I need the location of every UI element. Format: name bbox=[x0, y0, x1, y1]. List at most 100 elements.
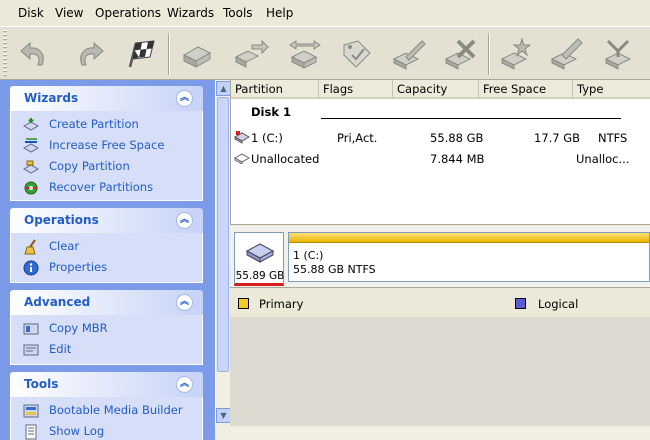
move-partition-tool[interactable] bbox=[232, 35, 270, 73]
partition-block[interactable]: 1 (C:) 55.88 GB NTFS bbox=[288, 232, 650, 282]
advanced-panel-body: Copy MBR Edit bbox=[10, 315, 203, 365]
column-capacity[interactable]: Capacity bbox=[393, 80, 479, 99]
hard-disk-icon bbox=[245, 243, 275, 263]
create-partition-tool[interactable] bbox=[178, 35, 216, 73]
scroll-down-button[interactable]: ▼ bbox=[216, 408, 231, 423]
partition-disk-icon bbox=[234, 131, 250, 144]
table-row[interactable]: Unallocated 7.844 MB Unalloc... bbox=[231, 149, 650, 169]
legend: Primary Logical bbox=[230, 289, 650, 317]
wizard-tool[interactable] bbox=[548, 35, 586, 73]
recover-partitions-icon bbox=[24, 181, 38, 195]
explore-partition-tool[interactable] bbox=[498, 35, 536, 73]
partition-detail-label: 55.88 GB NTFS bbox=[293, 263, 376, 276]
operations-panel-title: Operations bbox=[24, 213, 99, 227]
disk-size-label: 55.89 GB bbox=[235, 270, 285, 282]
tools-panel-body: Bootable Media Builder Show Log bbox=[10, 397, 203, 440]
disk-wizard-icon bbox=[550, 38, 583, 70]
bootable-media-builder-label: Bootable Media Builder bbox=[49, 403, 183, 417]
primary-legend-label: Primary bbox=[259, 297, 304, 311]
disk-card[interactable]: 55.89 GB bbox=[234, 232, 284, 286]
operations-panel-body: Clear Properties bbox=[10, 233, 203, 283]
row-type: NTFS bbox=[598, 131, 628, 145]
tools-panel-header[interactable]: Tools ︽ bbox=[10, 372, 203, 397]
bootable-media-builder-link[interactable]: Bootable Media Builder bbox=[11, 400, 202, 421]
disk-delete-icon bbox=[444, 39, 476, 70]
primary-swatch bbox=[238, 298, 249, 309]
unallocated-disk-icon bbox=[234, 153, 250, 164]
row-flags: Pri,Act. bbox=[337, 131, 378, 145]
partition-name-label: 1 (C:) bbox=[293, 249, 324, 262]
menu-bar: Disk View Operations Wizards Tools Help bbox=[0, 0, 650, 27]
menu-disk[interactable]: Disk bbox=[18, 6, 44, 20]
disk-explore-icon bbox=[500, 37, 532, 70]
tools-panel-title: Tools bbox=[24, 377, 59, 391]
menu-wizards[interactable]: Wizards bbox=[167, 6, 214, 20]
advanced-panel-header[interactable]: Advanced ︽ bbox=[10, 290, 203, 315]
toolbar-grip[interactable] bbox=[3, 30, 7, 76]
operations-panel-header[interactable]: Operations ︽ bbox=[10, 208, 203, 233]
column-free-space[interactable]: Free Space bbox=[479, 80, 573, 99]
copy-mbr-label: Copy MBR bbox=[49, 321, 108, 335]
row-free-space: 17.7 GB bbox=[534, 131, 581, 145]
copy-partition-label: Copy Partition bbox=[49, 159, 130, 173]
info-icon bbox=[23, 260, 39, 276]
increase-free-space-link[interactable]: Increase Free Space bbox=[11, 135, 202, 156]
undo-icon bbox=[20, 41, 44, 66]
collapse-icon[interactable]: ︽ bbox=[176, 90, 193, 107]
collapse-icon[interactable]: ︽ bbox=[176, 294, 193, 311]
row-type: Unalloc... bbox=[576, 152, 630, 166]
row-capacity: 55.88 GB bbox=[430, 131, 484, 145]
copy-partition-link[interactable]: Copy Partition bbox=[11, 156, 202, 177]
recover-partitions-link[interactable]: Recover Partitions bbox=[11, 177, 202, 198]
tools-panel: Tools ︽ Bootable Media Builder Show Log bbox=[10, 372, 203, 440]
increase-free-space-icon bbox=[23, 138, 39, 153]
disk-label-icon bbox=[343, 40, 371, 68]
partition-usage-bar bbox=[289, 233, 649, 243]
column-type[interactable]: Type bbox=[573, 80, 650, 99]
scroll-thumb[interactable] bbox=[217, 97, 229, 372]
task-panel-scrollbar[interactable]: ▲ ▼ bbox=[215, 80, 231, 426]
toolbar bbox=[0, 27, 650, 80]
scroll-up-button[interactable]: ▲ bbox=[216, 81, 231, 96]
edit-label: Edit bbox=[49, 342, 72, 356]
wizards-panel-header[interactable]: Wizards ︽ bbox=[10, 86, 203, 111]
resize-partition-tool[interactable] bbox=[286, 35, 324, 73]
partition-list: Partition Flags Capacity Free Space Type… bbox=[230, 80, 650, 225]
merge-partition-tool[interactable] bbox=[600, 35, 638, 73]
horizontal-scrollbar[interactable] bbox=[215, 426, 650, 440]
check-partition-tool[interactable] bbox=[390, 35, 428, 73]
collapse-icon[interactable]: ︽ bbox=[176, 376, 193, 393]
copy-mbr-link[interactable]: Copy MBR bbox=[11, 318, 202, 339]
broom-icon bbox=[24, 239, 36, 255]
column-flags[interactable]: Flags bbox=[319, 80, 393, 99]
label-partition-tool[interactable] bbox=[338, 35, 376, 73]
task-panel: Wizards ︽ Create Partition Increase Free… bbox=[0, 80, 215, 440]
undo-button[interactable] bbox=[16, 35, 54, 73]
properties-link[interactable]: Properties bbox=[11, 257, 202, 278]
menu-operations[interactable]: Operations bbox=[95, 6, 161, 20]
show-log-link[interactable]: Show Log bbox=[11, 421, 202, 440]
collapse-icon[interactable]: ︽ bbox=[176, 212, 193, 229]
operations-panel: Operations ︽ Clear Properties bbox=[10, 208, 203, 283]
clear-label: Clear bbox=[49, 239, 80, 253]
copy-partition-icon bbox=[23, 160, 39, 174]
create-partition-link[interactable]: Create Partition bbox=[11, 114, 202, 135]
disk-create-icon bbox=[182, 46, 212, 68]
log-icon bbox=[25, 424, 37, 440]
column-partition[interactable]: Partition bbox=[231, 80, 319, 99]
table-row[interactable]: 1 (C:) Pri,Act. 55.88 GB 17.7 GB NTFS bbox=[231, 128, 650, 148]
menu-help[interactable]: Help bbox=[266, 6, 293, 20]
row-capacity: 7.844 MB bbox=[430, 152, 485, 166]
edit-link[interactable]: Edit bbox=[11, 339, 202, 360]
create-partition-label: Create Partition bbox=[49, 117, 139, 131]
menu-tools[interactable]: Tools bbox=[223, 6, 253, 20]
delete-partition-tool[interactable] bbox=[442, 35, 480, 73]
disk-check-icon bbox=[392, 40, 426, 70]
menu-view[interactable]: View bbox=[55, 6, 83, 20]
empty-area bbox=[230, 317, 650, 426]
commit-button[interactable] bbox=[122, 35, 160, 73]
increase-free-space-label: Increase Free Space bbox=[49, 138, 165, 152]
advanced-panel-title: Advanced bbox=[24, 295, 91, 309]
clear-link[interactable]: Clear bbox=[11, 236, 202, 257]
redo-button[interactable] bbox=[70, 35, 108, 73]
